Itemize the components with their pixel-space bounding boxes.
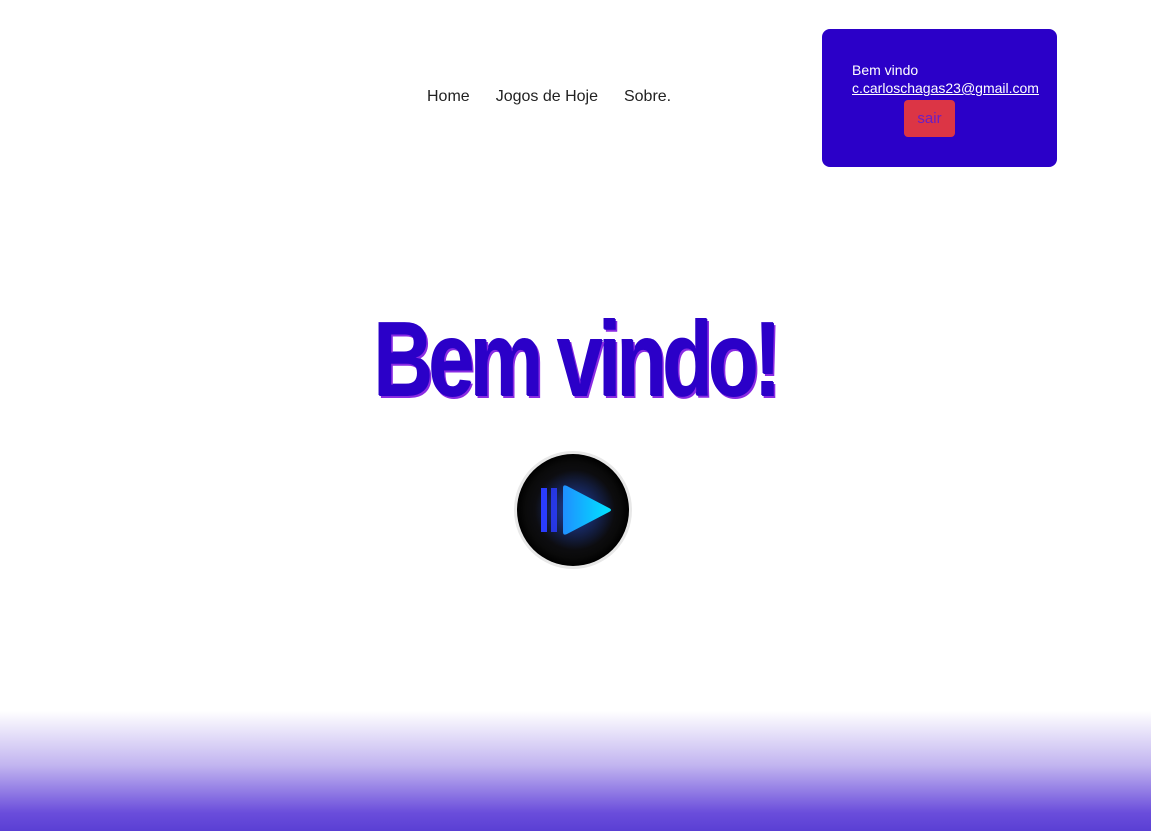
footer-gradient — [0, 711, 1151, 831]
main-nav: Home Jogos de Hoje Sobre. — [427, 88, 671, 106]
nav-item-home[interactable]: Home — [427, 88, 470, 106]
user-email-link[interactable]: c.carloschagas23@gmail.com — [852, 79, 1057, 97]
play-button-icon — [513, 450, 633, 570]
logout-button[interactable]: sair — [904, 100, 955, 137]
user-greeting: Bem vindo — [852, 62, 919, 78]
user-info-box: Bem vindo c.carloschagas23@gmail.com sai… — [822, 29, 1057, 167]
nav-item-sobre[interactable]: Sobre. — [624, 88, 671, 106]
hero-title: Bem vindo! — [373, 301, 782, 419]
nav-item-jogos-de-hoje[interactable]: Jogos de Hoje — [496, 88, 598, 106]
